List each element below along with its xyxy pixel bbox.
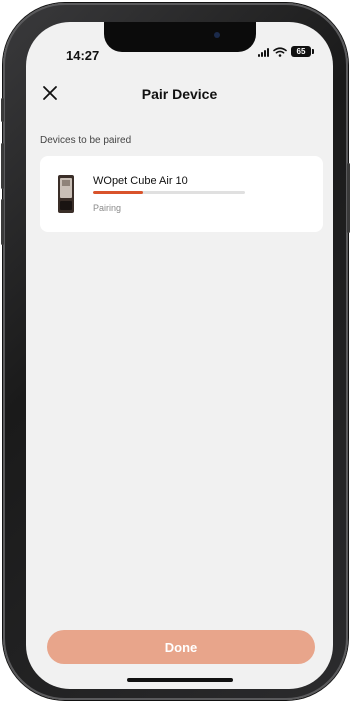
app-screen: 14:27 65 Pair Device Devices to be paire…	[26, 22, 333, 689]
device-status: Pairing	[93, 203, 122, 213]
volume-up-button	[1, 143, 4, 189]
phone-frame: 14:27 65 Pair Device Devices to be paire…	[1, 3, 350, 700]
camera-icon	[214, 32, 220, 38]
pairing-progress-bar	[93, 191, 245, 194]
done-button[interactable]: Done	[47, 630, 315, 664]
home-indicator	[127, 678, 233, 682]
status-icons: 65	[258, 46, 314, 57]
device-name: WOpet Cube Air 10	[93, 175, 188, 187]
cellular-signal-icon	[258, 47, 269, 57]
device-card: WOpet Cube Air 10 Pairing	[40, 156, 323, 232]
power-button	[347, 163, 350, 233]
silent-switch	[1, 98, 4, 122]
status-time: 14:27	[66, 48, 100, 63]
device-thumbnail-icon	[58, 175, 74, 213]
battery-icon: 65	[291, 46, 314, 57]
section-label: Devices to be paired	[40, 135, 132, 146]
volume-down-button	[1, 199, 4, 245]
page-title: Pair Device	[141, 86, 218, 102]
notch	[104, 22, 256, 52]
wifi-icon	[273, 46, 287, 57]
pairing-progress-fill	[93, 191, 144, 194]
